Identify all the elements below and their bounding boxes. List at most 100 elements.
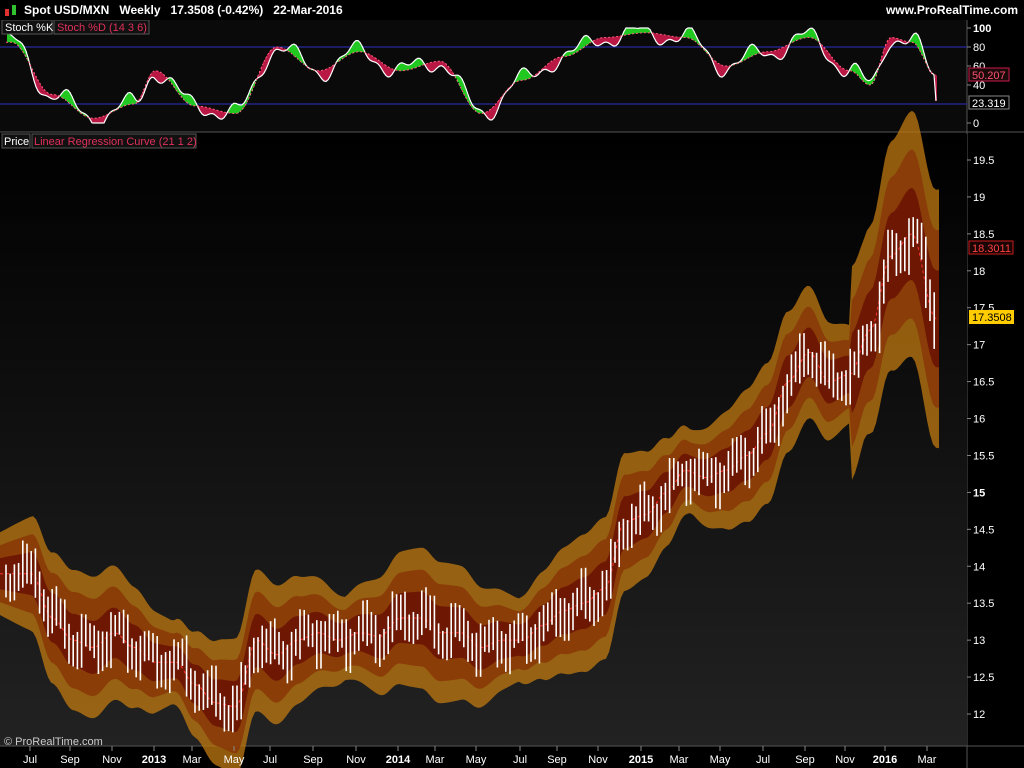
stoch-fill-segment <box>797 33 799 40</box>
stoch-d-label: Stoch %D (14 3 6) <box>57 22 147 34</box>
stoch-fill-segment <box>635 28 637 34</box>
x-tick-label: 2013 <box>142 754 166 766</box>
current-price-value: 17.3508 <box>972 312 1012 324</box>
stoch-fill-segment <box>209 108 211 114</box>
stoch-panel <box>0 20 967 132</box>
stoch-legend: Stoch %K Stoch %D (14 3 6) <box>1 20 150 35</box>
x-tick-label: Jul <box>263 754 277 766</box>
stoch-fill-segment <box>799 34 801 40</box>
stoch-fill-segment <box>387 66 389 77</box>
stoch-d-value: 50.207 <box>972 70 1006 82</box>
stoch-fill-segment <box>233 103 235 114</box>
stoch-fill-segment <box>631 28 633 34</box>
stoch-k-badge: 23.319 <box>968 95 1010 110</box>
x-tick-label: Jul <box>513 754 527 766</box>
stoch-k-value: 23.319 <box>972 98 1006 110</box>
x-tick-label: Nov <box>346 754 366 766</box>
stoch-fill-segment <box>687 28 689 38</box>
stoch-fill-segment <box>597 38 599 46</box>
stoch-fill-segment <box>401 62 403 71</box>
stoch-fill-segment <box>627 28 629 35</box>
stoch-fill-segment <box>781 47 783 60</box>
stoch-fill-segment <box>355 40 357 53</box>
stoch-fill-segment <box>293 44 295 56</box>
symbol-name: Spot USD/MXN <box>24 3 110 17</box>
stoch-fill-segment <box>101 116 103 123</box>
stoch-fill-segment <box>553 59 555 72</box>
stoch-fill-segment <box>241 104 243 110</box>
x-tick-label: 2014 <box>386 754 411 766</box>
stoch-fill-segment <box>203 106 205 116</box>
stoch-fill-segment <box>809 28 811 38</box>
stoch-fill-segment <box>129 92 131 105</box>
price-change: (-0.42%) <box>217 3 264 17</box>
website-link[interactable]: www.ProRealTime.com <box>886 0 1018 20</box>
stoch-fill-segment <box>843 69 845 77</box>
stoch-fill-segment <box>41 86 43 95</box>
stoch-fill-segment <box>65 89 67 101</box>
stoch-fill-segment <box>659 34 661 45</box>
price-tick-label: 12.5 <box>973 672 994 684</box>
stoch-fill-segment <box>93 118 95 123</box>
stoch-fill-segment <box>549 62 551 72</box>
stoch-fill-segment <box>189 94 191 105</box>
x-tick-label: Sep <box>795 754 815 766</box>
stoch-fill-segment <box>127 92 129 105</box>
stoch-fill-segment <box>323 69 325 82</box>
stoch-fill-segment <box>161 73 163 84</box>
x-tick-label: Sep <box>60 754 80 766</box>
x-tick-label: Jul <box>23 754 37 766</box>
stoch-tick-label: 80 <box>973 42 985 54</box>
stoch-fill-segment <box>151 72 153 78</box>
price-tick-label: 16 <box>973 414 985 426</box>
price-tick-label: 16.5 <box>973 377 994 389</box>
x-tick-label: Mar <box>183 754 202 766</box>
x-tick-label: May <box>710 754 731 766</box>
stoch-fill-segment <box>811 28 813 38</box>
x-tick-label: Jul <box>756 754 770 766</box>
stoch-fill-segment <box>645 28 647 33</box>
price-tick-label: 19 <box>973 192 985 204</box>
lrc-value: 18.3011 <box>972 243 1011 255</box>
x-tick-label: Mar <box>918 754 937 766</box>
stoch-fill-segment <box>491 108 493 120</box>
stoch-fill-segment <box>721 65 723 78</box>
chart-canvas[interactable]: 100806040019.51918.51817.51716.51615.515… <box>0 20 1024 768</box>
stoch-fill-segment <box>237 104 239 114</box>
lrc-badge: 18.3011 <box>968 240 1014 255</box>
x-tick-label: May <box>466 754 487 766</box>
price-tick-label: 15.5 <box>973 450 994 462</box>
stoch-tick-label: 100 <box>973 23 991 35</box>
stoch-fill-segment <box>211 108 213 114</box>
x-tick-label: Mar <box>670 754 689 766</box>
stoch-fill-segment <box>157 71 159 83</box>
stoch-fill-segment <box>439 61 441 66</box>
x-tick-label: Nov <box>102 754 122 766</box>
stoch-fill-segment <box>629 28 631 35</box>
price-tick-label: 13.5 <box>973 598 994 610</box>
lrc-label: Linear Regression Curve (21 1 2) <box>34 136 197 148</box>
stoch-fill-segment <box>219 111 221 119</box>
stoch-fill-segment <box>915 33 917 45</box>
stoch-fill-segment <box>159 72 161 84</box>
stoch-fill-segment <box>801 34 803 39</box>
stoch-fill-segment <box>97 117 99 123</box>
stoch-fill-segment <box>551 60 553 73</box>
stoch-fill-segment <box>607 37 609 43</box>
price-tick-label: 18.5 <box>973 229 994 241</box>
stoch-fill-segment <box>205 107 207 116</box>
last-price: 17.3508 <box>170 3 214 17</box>
stoch-fill-segment <box>779 48 781 60</box>
stoch-fill-segment <box>183 93 185 100</box>
stoch-fill-segment <box>405 64 407 71</box>
stoch-k-label: Stoch %K <box>5 22 54 34</box>
stoch-fill-segment <box>547 63 549 71</box>
x-tick-label: Mar <box>426 754 445 766</box>
stoch-fill-segment <box>605 37 607 43</box>
stoch-fill-segment <box>869 80 871 85</box>
stoch-fill-segment <box>431 62 433 73</box>
stoch-fill-segment <box>95 118 97 123</box>
price-tick-label: 12 <box>973 709 985 721</box>
stoch-fill-segment <box>187 94 189 104</box>
stoch-fill-segment <box>525 68 527 80</box>
